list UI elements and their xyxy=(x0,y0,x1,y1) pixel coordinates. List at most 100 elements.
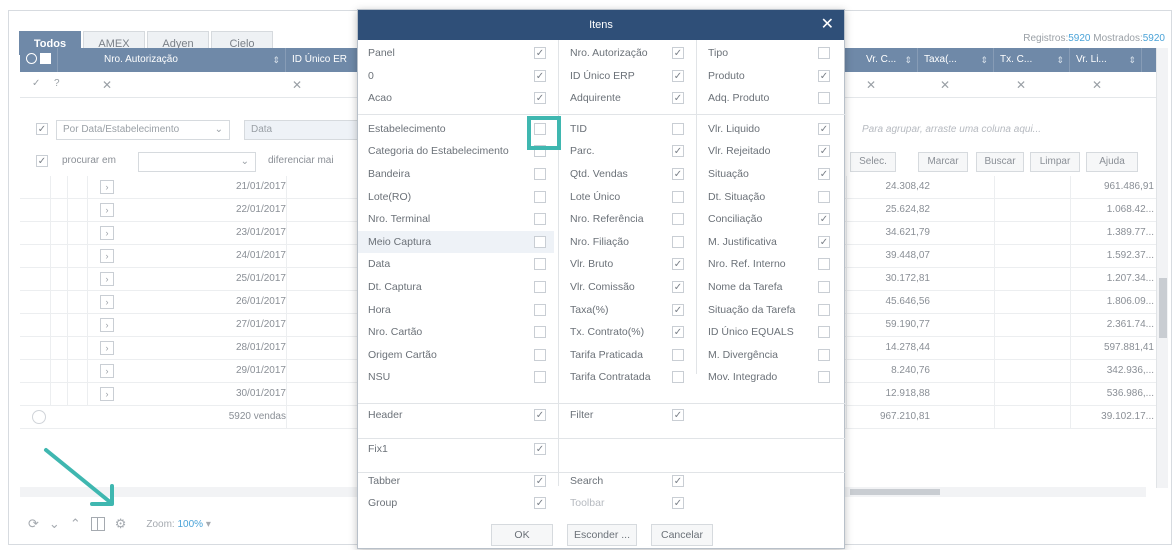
option-checkbox[interactable] xyxy=(818,47,830,59)
row-selector[interactable] xyxy=(50,176,68,199)
expand-icon[interactable]: › xyxy=(100,203,114,217)
row-selector[interactable] xyxy=(50,291,68,314)
column-option-0[interactable]: 0 xyxy=(358,65,554,87)
option-checkbox[interactable] xyxy=(534,235,546,248)
column-option-estabelecimento[interactable]: Estabelecimento xyxy=(358,118,554,140)
marcar-button[interactable]: Marcar xyxy=(918,152,968,172)
row-checkbox-cell[interactable] xyxy=(70,199,88,222)
column-option-m-divergencia[interactable]: M. Divergência xyxy=(698,344,836,366)
column-option-nro-terminal[interactable]: Nro. Terminal xyxy=(358,208,554,230)
column-option-nro-autorizacao[interactable]: Nro. Autorização xyxy=(560,42,692,64)
option-checkbox[interactable] xyxy=(672,235,684,248)
cancelar-button[interactable]: Cancelar xyxy=(651,524,713,546)
row-checkbox-cell[interactable] xyxy=(70,314,88,337)
ok-button[interactable]: OK xyxy=(491,524,553,546)
column-option-nome-da-tarefa[interactable]: Nome da Tarefa xyxy=(698,276,836,298)
column-option-toolbar[interactable]: Toolbar xyxy=(560,492,692,514)
clear-filter-icon[interactable]: ✕ xyxy=(866,78,876,92)
checkbox-icon[interactable] xyxy=(39,52,51,64)
column-option-hora[interactable]: Hora xyxy=(358,299,554,321)
column-option-dt-situacao[interactable]: Dt. Situação xyxy=(698,186,836,208)
option-checkbox[interactable] xyxy=(534,69,546,82)
option-checkbox[interactable] xyxy=(818,145,830,158)
row-checkbox-cell[interactable] xyxy=(70,222,88,245)
column-option-origem-cartao[interactable]: Origem Cartão xyxy=(358,344,554,366)
limpar-button[interactable]: Limpar xyxy=(1030,152,1080,172)
option-checkbox[interactable] xyxy=(534,326,546,339)
expand-icon[interactable]: › xyxy=(100,272,114,286)
close-icon[interactable]: ✕ xyxy=(821,10,834,40)
columns-icon[interactable] xyxy=(90,517,105,531)
clear-filter-icon[interactable]: ✕ xyxy=(292,78,302,92)
option-checkbox[interactable] xyxy=(672,168,684,180)
date-input[interactable]: Data xyxy=(244,120,358,140)
option-checkbox[interactable] xyxy=(672,69,684,82)
column-option-search[interactable]: Search xyxy=(560,470,692,492)
option-checkbox[interactable] xyxy=(818,371,830,384)
column-option-tid[interactable]: TID xyxy=(560,118,692,140)
select-all-header[interactable] xyxy=(20,48,58,72)
row-checkbox-cell[interactable] xyxy=(70,176,88,199)
option-checkbox[interactable] xyxy=(818,122,830,135)
expand-icon[interactable]: › xyxy=(100,226,114,240)
column-option-situacao[interactable]: Situação xyxy=(698,163,836,185)
column-option-vlr-liquido[interactable]: Vlr. Liquido xyxy=(698,118,836,140)
gear-icon[interactable]: ⚙ xyxy=(115,516,127,532)
option-checkbox[interactable] xyxy=(534,190,546,203)
column-option-qtd-vendas[interactable]: Qtd. Vendas xyxy=(560,163,692,185)
zoom-control[interactable]: Zoom: 100% ▾ xyxy=(146,519,211,530)
column-option-meio-captura[interactable]: Meio Captura xyxy=(358,230,554,253)
column-option-tipo[interactable]: Tipo xyxy=(698,42,836,64)
row-checkbox-cell[interactable] xyxy=(70,268,88,291)
clear-filter-icon[interactable]: ✕ xyxy=(940,78,950,92)
row-checkbox-cell[interactable] xyxy=(70,383,88,406)
row-selector[interactable] xyxy=(50,383,68,406)
option-checkbox[interactable] xyxy=(534,213,546,226)
option-checkbox[interactable] xyxy=(672,145,684,158)
column-option-id-unico-equals[interactable]: ID Único EQUALS xyxy=(698,321,836,343)
column-option-categoria-do-estabelecimento[interactable]: Categoria do Estabelecimento xyxy=(358,140,554,162)
column-option-lote-unico[interactable]: Lote Único xyxy=(560,186,692,208)
clear-filter-icon[interactable]: ✕ xyxy=(1092,78,1102,92)
column-option-data[interactable]: Data xyxy=(358,253,554,275)
option-checkbox[interactable] xyxy=(672,47,684,59)
buscar-button[interactable]: Buscar xyxy=(976,152,1024,172)
option-checkbox[interactable] xyxy=(818,303,830,316)
header-id-unico-erp[interactable]: ID Único ER xyxy=(286,48,358,72)
option-checkbox[interactable] xyxy=(672,348,684,361)
row-selector[interactable] xyxy=(50,360,68,383)
row-checkbox-cell[interactable] xyxy=(70,360,88,383)
option-checkbox[interactable] xyxy=(534,281,546,293)
column-option-mov-integrado[interactable]: Mov. Integrado xyxy=(698,366,836,388)
option-checkbox[interactable] xyxy=(672,92,684,105)
option-checkbox[interactable] xyxy=(534,475,546,487)
expand-icon[interactable]: › xyxy=(100,364,114,378)
option-checkbox[interactable] xyxy=(818,92,830,105)
column-option-tx-contrato[interactable]: Tx. Contrato(%) xyxy=(560,321,692,343)
column-option-tarifa-praticada[interactable]: Tarifa Praticada xyxy=(560,344,692,366)
column-option-conciliacao[interactable]: Conciliação xyxy=(698,208,836,230)
search-field-select[interactable]: ⌄ xyxy=(138,152,256,172)
sort-icon[interactable]: ⇕ xyxy=(980,48,988,72)
column-option-situacao-da-tarefa[interactable]: Situação da Tarefa xyxy=(698,299,836,321)
option-checkbox[interactable] xyxy=(672,213,684,226)
column-option-tabber[interactable]: Tabber xyxy=(358,470,554,492)
column-option-tarifa-contratada[interactable]: Tarifa Contratada xyxy=(560,366,692,388)
option-checkbox[interactable] xyxy=(818,348,830,361)
row-selector[interactable] xyxy=(50,245,68,268)
column-option-bandeira[interactable]: Bandeira xyxy=(358,163,554,185)
sort-icon[interactable]: ⇕ xyxy=(272,48,280,72)
chevron-down-icon[interactable]: ⌄ xyxy=(49,516,60,532)
column-option-nro-filiacao[interactable]: Nro. Filiação xyxy=(560,231,692,253)
column-option-panel[interactable]: Panel xyxy=(358,42,554,64)
header-tx-c[interactable]: Tx. C... ⇕ xyxy=(994,48,1070,72)
clear-filter-icon[interactable]: ✕ xyxy=(102,78,112,92)
expand-icon[interactable]: › xyxy=(100,180,114,194)
column-option-nro-referencia[interactable]: Nro. Referência xyxy=(560,208,692,230)
expand-icon[interactable]: › xyxy=(100,318,114,332)
column-option-nsu[interactable]: NSU xyxy=(358,366,554,388)
row-checkbox-cell[interactable] xyxy=(70,245,88,268)
column-option-vlr-rejeitado[interactable]: Vlr. Rejeitado xyxy=(698,140,836,162)
header-vr-li[interactable]: Vr. Li... ⇕ xyxy=(1070,48,1142,72)
column-option-lote-ro[interactable]: Lote(RO) xyxy=(358,186,554,208)
